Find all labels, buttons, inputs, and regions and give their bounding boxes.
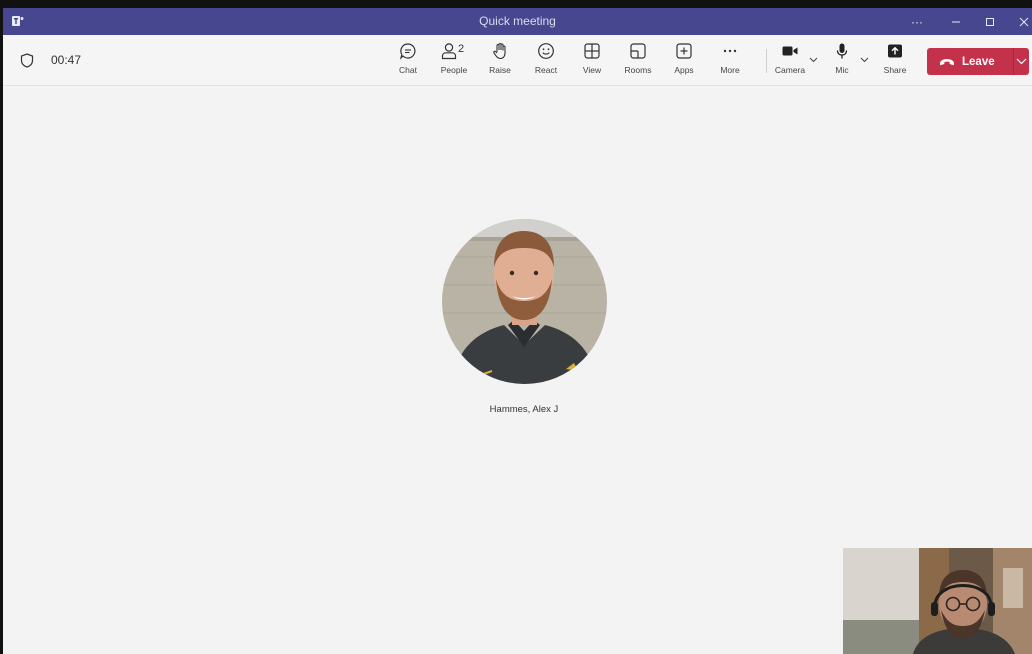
toolbar-divider bbox=[766, 49, 767, 73]
microphone-icon bbox=[836, 43, 848, 59]
minimize-icon bbox=[952, 21, 960, 22]
chevron-down-icon bbox=[1016, 58, 1027, 65]
meeting-toolbar: 00:47 Chat 2 People Raise React View Roo… bbox=[3, 35, 1032, 86]
window-title: Quick meeting bbox=[479, 14, 556, 28]
close-button[interactable] bbox=[1007, 8, 1032, 35]
mic-options-chevron-icon[interactable] bbox=[860, 57, 869, 63]
react-label: React bbox=[534, 65, 558, 75]
people-button[interactable]: 2 People bbox=[432, 42, 476, 82]
hang-up-phone-icon bbox=[940, 58, 954, 65]
apps-label: Apps bbox=[674, 65, 694, 75]
share-screen-icon bbox=[888, 44, 902, 58]
mic-label: Mic bbox=[835, 65, 849, 75]
meeting-stage: Hammes, Alex J bbox=[3, 86, 1032, 654]
breakout-rooms-icon bbox=[630, 43, 646, 59]
grid-view-icon bbox=[584, 43, 600, 59]
minimize-button[interactable] bbox=[939, 8, 973, 35]
chat-icon bbox=[399, 43, 416, 60]
maximize-icon bbox=[986, 17, 994, 26]
more-button[interactable]: More bbox=[708, 42, 752, 82]
leave-button[interactable]: Leave bbox=[927, 48, 1013, 75]
people-count: 2 bbox=[458, 43, 465, 55]
raise-hand-button[interactable]: Raise bbox=[478, 42, 522, 82]
leave-options-button[interactable] bbox=[1014, 48, 1029, 75]
leave-label: Leave bbox=[962, 55, 995, 68]
share-label: Share bbox=[883, 65, 907, 75]
share-button[interactable]: Share bbox=[873, 42, 917, 82]
people-label: People bbox=[440, 65, 468, 75]
react-button[interactable]: React bbox=[524, 42, 568, 82]
rooms-label: Rooms bbox=[624, 65, 652, 75]
camera-button[interactable]: Camera bbox=[768, 42, 812, 82]
view-button[interactable]: View bbox=[570, 42, 614, 82]
title-bar: Quick meeting ··· bbox=[3, 8, 1032, 35]
shield-icon[interactable] bbox=[20, 53, 34, 68]
view-label: View bbox=[582, 65, 602, 75]
more-label: More bbox=[720, 65, 740, 75]
apps-button[interactable]: Apps bbox=[662, 42, 706, 82]
ellipsis-icon: ··· bbox=[911, 14, 923, 29]
more-actions-icon bbox=[723, 49, 737, 53]
chat-button[interactable]: Chat bbox=[386, 42, 430, 82]
participant-avatar[interactable] bbox=[442, 219, 607, 384]
add-app-icon bbox=[676, 43, 692, 59]
teams-window: Quick meeting ··· 00:47 Chat 2 People Ra… bbox=[3, 8, 1032, 654]
meeting-timer: 00:47 bbox=[51, 53, 82, 67]
camera-options-chevron-icon[interactable] bbox=[809, 57, 818, 63]
close-icon bbox=[1019, 17, 1029, 26]
camera-label: Camera bbox=[774, 65, 806, 75]
people-icon bbox=[441, 43, 457, 60]
raise-hand-icon bbox=[493, 42, 506, 60]
rooms-button[interactable]: Rooms bbox=[616, 42, 660, 82]
video-camera-icon bbox=[782, 46, 798, 56]
chat-label: Chat bbox=[399, 65, 417, 75]
raise-label: Raise bbox=[489, 65, 511, 75]
smiley-icon bbox=[538, 43, 554, 59]
mic-button[interactable]: Mic bbox=[820, 42, 864, 82]
leave-button-group: Leave bbox=[927, 48, 1029, 75]
participant-name: Hammes, Alex J bbox=[489, 404, 559, 415]
maximize-button[interactable] bbox=[973, 8, 1007, 35]
self-video-preview[interactable] bbox=[843, 548, 1032, 654]
title-more-button[interactable]: ··· bbox=[900, 8, 934, 35]
